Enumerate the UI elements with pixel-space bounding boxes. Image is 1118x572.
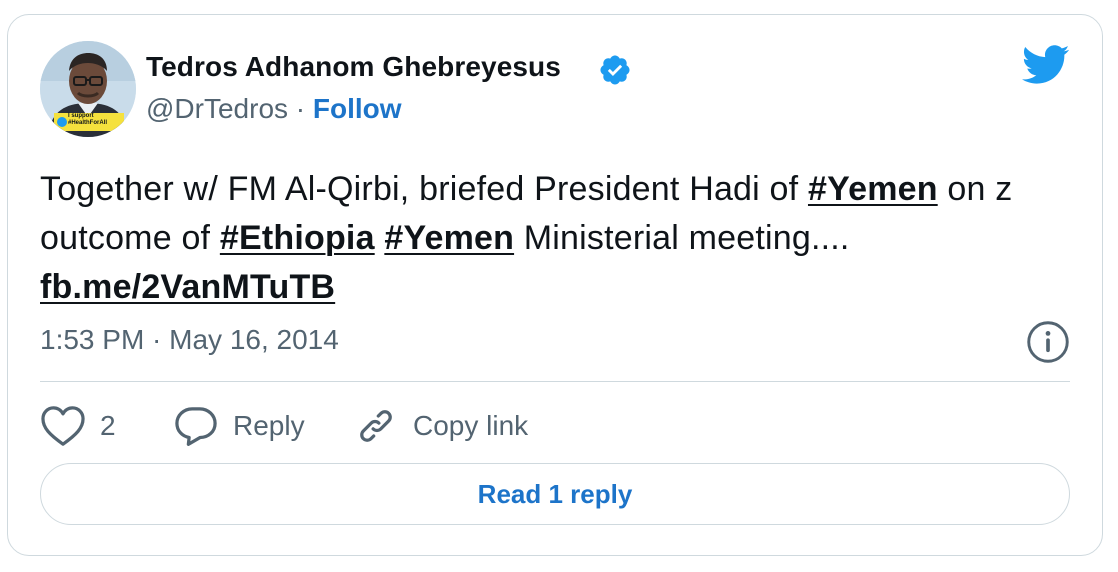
tweet-text: Together w/ FM Al-Qirbi, briefed Preside… — [40, 165, 1080, 312]
handle-separator: · — [295, 93, 306, 124]
read-reply-label: Read 1 reply — [477, 478, 633, 509]
handle-line: @DrTedros · Follow — [146, 93, 402, 125]
url-link[interactable]: fb.me/2VanMTuTB — [40, 268, 335, 306]
reply-label: Reply — [233, 410, 305, 441]
divider — [40, 381, 1070, 382]
twitter-bird-icon[interactable] — [1022, 45, 1070, 85]
like-count: 2 — [100, 410, 116, 441]
heart-icon — [41, 406, 85, 446]
verified-badge-icon — [600, 55, 630, 85]
avatar-badge-line-2: #HealthForAll — [68, 120, 108, 126]
author-handle[interactable]: @DrTedros — [146, 93, 288, 124]
avatar-badge-text: I support #HealthForAll — [68, 113, 128, 127]
hashtag-link[interactable]: #Ethiopia — [220, 219, 375, 257]
tweet-text-segment: Together w/ FM Al-Qirbi, briefed Preside… — [40, 170, 808, 208]
author-name[interactable]: Tedros Adhanom Ghebreyesus — [146, 51, 561, 83]
timestamp[interactable]: 1:53 PM · May 16, 2014 — [40, 324, 339, 356]
copy-link-button[interactable]: Copy link — [353, 403, 528, 449]
tweet-text-segment — [375, 219, 385, 257]
info-icon[interactable] — [1026, 320, 1070, 364]
reply-button[interactable]: Reply — [173, 403, 305, 449]
tweet-card: I support #HealthForAll Tedros Adhanom G… — [7, 14, 1103, 556]
tweet-text-segment: Ministerial meeting.... — [514, 219, 850, 257]
like-button[interactable]: 2 — [40, 403, 116, 449]
speech-bubble-icon — [175, 407, 217, 446]
link-icon — [360, 410, 392, 442]
avatar-badge-line-1: I support — [68, 113, 94, 119]
copy-link-label: Copy link — [413, 410, 529, 441]
read-reply-button[interactable]: Read 1 reply — [40, 463, 1070, 525]
follow-link[interactable]: Follow — [313, 93, 402, 124]
hashtag-link[interactable]: #Yemen — [808, 170, 938, 208]
hashtag-link[interactable]: #Yemen — [384, 219, 514, 257]
